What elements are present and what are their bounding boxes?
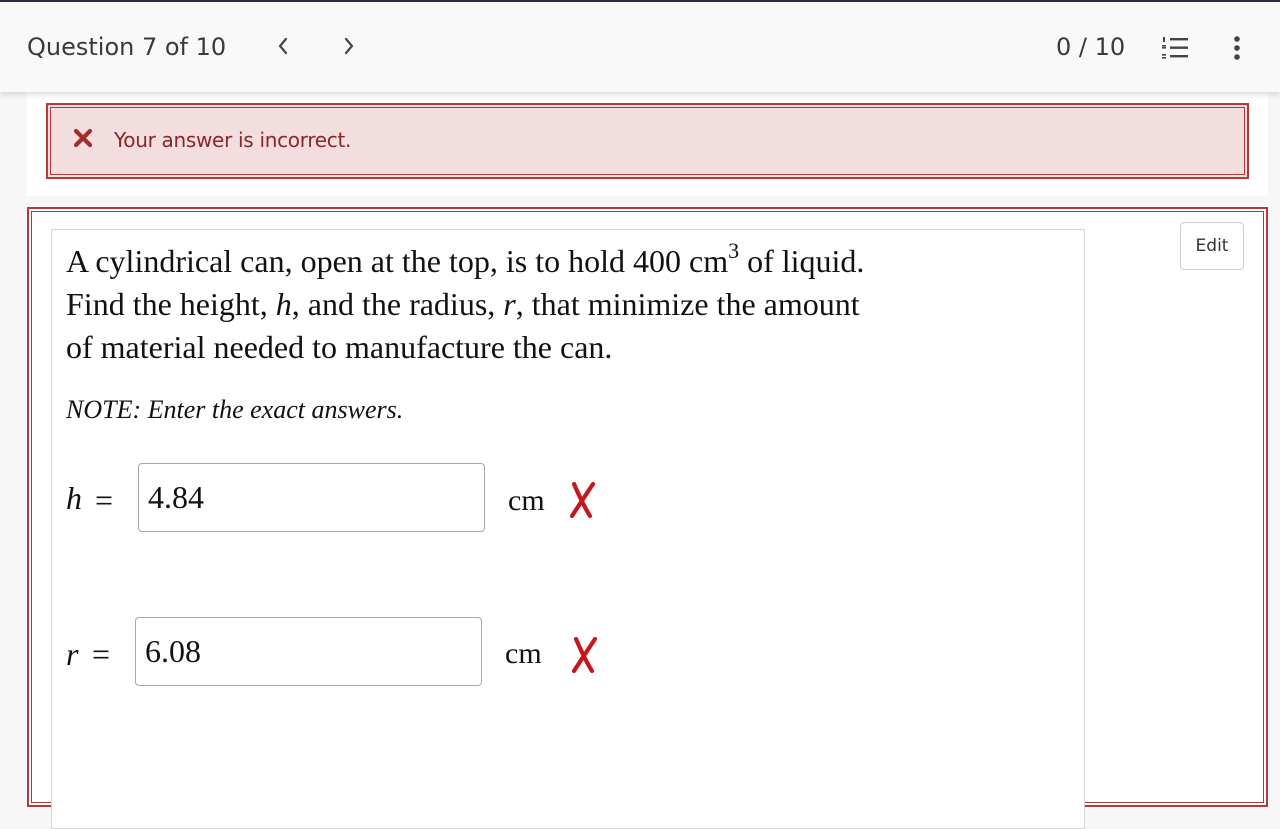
prompt-line-3: of material needed to manufacture the ca… <box>66 329 613 365</box>
height-unit-label: cm <box>508 484 545 517</box>
score-display: 0 / 10 <box>1056 33 1126 61</box>
next-question-button[interactable] <box>333 30 365 62</box>
height-equals-sign: = <box>95 482 114 518</box>
chevron-left-icon <box>278 37 288 55</box>
question-header: Question 7 of 10 0 / 10 <box>0 2 1280 92</box>
feedback-message: Your answer is incorrect. <box>114 128 352 152</box>
prompt-line-2: Find the height, h, and the radius, r, t… <box>66 286 860 322</box>
cross-mark-icon <box>569 481 596 519</box>
question-counter: Question 7 of 10 <box>27 33 227 61</box>
prompt-line-1: A cylindrical can, open at the top, is t… <box>66 238 865 279</box>
cross-mark-icon <box>571 636 598 674</box>
radius-variable-label: r <box>66 636 79 672</box>
more-options-button[interactable] <box>1226 32 1248 64</box>
more-vertical-icon <box>1234 36 1240 60</box>
height-answer-field[interactable]: 4.84 <box>138 463 485 532</box>
previous-question-button[interactable] <box>267 30 299 62</box>
question-list-button[interactable] <box>1160 34 1192 62</box>
close-icon <box>73 128 93 148</box>
radius-answer-field[interactable]: 6.08 <box>135 617 482 686</box>
radius-equals-sign: = <box>92 636 111 672</box>
height-variable-label: h <box>66 480 82 516</box>
numbered-list-icon <box>1162 37 1188 59</box>
edit-button[interactable]: Edit <box>1180 222 1244 270</box>
radius-unit-label: cm <box>505 637 542 670</box>
chevron-right-icon <box>344 37 354 55</box>
cubic-exponent: 3 <box>728 238 740 264</box>
question-prompt: A cylindrical can, open at the top, is t… <box>66 240 1066 369</box>
answer-note: NOTE: Enter the exact answers. <box>66 395 404 424</box>
incorrect-feedback-banner: Your answer is incorrect. <box>46 103 1249 179</box>
